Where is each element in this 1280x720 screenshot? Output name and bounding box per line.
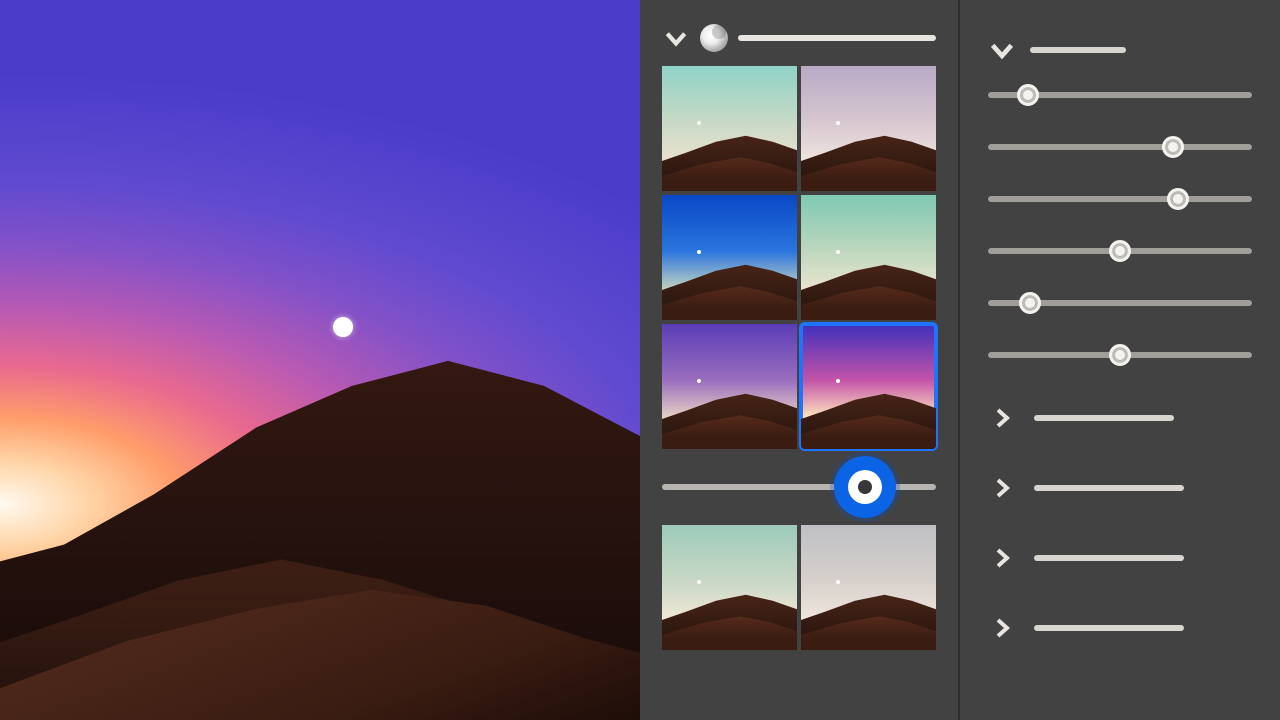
slider-5-thumb[interactable] xyxy=(1019,292,1041,314)
slider-6-thumb[interactable] xyxy=(1109,344,1131,366)
chevron-down-icon[interactable] xyxy=(988,36,1016,64)
slider-2[interactable] xyxy=(988,144,1252,150)
group-2-track xyxy=(1034,485,1184,491)
slider-group xyxy=(988,92,1252,358)
group-4-track xyxy=(1034,625,1184,631)
slider-3[interactable] xyxy=(988,196,1252,202)
chevron-right-icon[interactable] xyxy=(988,544,1016,572)
slider-4[interactable] xyxy=(988,248,1252,254)
slider-6[interactable] xyxy=(988,352,1252,358)
presets-header xyxy=(662,24,936,52)
sliders-header xyxy=(988,36,1252,64)
slider-3-thumb[interactable] xyxy=(1167,188,1189,210)
group-1[interactable] xyxy=(988,404,1252,432)
preset-violet[interactable] xyxy=(662,324,797,449)
sliders-header-track xyxy=(1030,47,1126,53)
slider-1-thumb[interactable] xyxy=(1017,84,1039,106)
intensity-thumb[interactable] xyxy=(834,456,896,518)
sliders-panel xyxy=(960,0,1280,720)
presets-panel xyxy=(640,0,960,720)
dunes-art xyxy=(0,302,640,720)
presets-header-track[interactable] xyxy=(738,35,936,41)
collapsed-groups xyxy=(988,404,1252,642)
chevron-right-icon[interactable] xyxy=(988,614,1016,642)
preset-grid xyxy=(662,66,936,650)
group-2[interactable] xyxy=(988,474,1252,502)
preset-lavender[interactable] xyxy=(801,66,936,191)
group-3-track xyxy=(1034,555,1184,561)
image-canvas[interactable] xyxy=(0,0,640,720)
slider-2-thumb[interactable] xyxy=(1162,136,1184,158)
slider-5[interactable] xyxy=(988,300,1252,306)
preset-haze[interactable] xyxy=(801,525,936,650)
chevron-down-icon[interactable] xyxy=(662,24,690,52)
group-3[interactable] xyxy=(988,544,1252,572)
preset-seafoam[interactable] xyxy=(662,525,797,650)
group-4[interactable] xyxy=(988,614,1252,642)
chevron-right-icon[interactable] xyxy=(988,474,1016,502)
orb-icon[interactable] xyxy=(700,24,728,52)
preset-mint[interactable] xyxy=(801,195,936,320)
slider-1[interactable] xyxy=(988,92,1252,98)
preset-bluesky[interactable] xyxy=(662,195,797,320)
slider-4-thumb[interactable] xyxy=(1109,240,1131,262)
preset-sunset[interactable] xyxy=(801,324,936,449)
preset-teal[interactable] xyxy=(662,66,797,191)
preset-intensity-slider[interactable] xyxy=(662,457,936,517)
chevron-right-icon[interactable] xyxy=(988,404,1016,432)
group-1-track xyxy=(1034,415,1174,421)
